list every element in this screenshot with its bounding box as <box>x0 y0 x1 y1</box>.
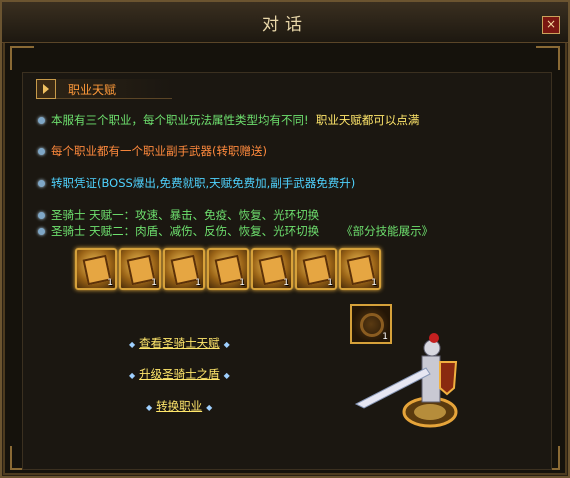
info-text: 转职凭证(BOSS爆出,免费就职,天赋免费加,副手武器免费升) <box>51 176 356 190</box>
paladin-character-image <box>354 333 458 428</box>
info-text: 每个职业都有一个职业副手武器(转职赠送) <box>51 144 267 158</box>
close-icon[interactable]: × <box>542 16 560 34</box>
expand-arrow-icon[interactable] <box>36 79 56 99</box>
view-talent-link[interactable]: 查看圣骑士天赋 <box>129 335 230 351</box>
skill-book-slot[interactable]: 1 <box>207 248 249 290</box>
bullet-icon <box>38 148 45 155</box>
section-title: 职业天赋 <box>68 83 117 97</box>
info-text: 本服有三个职业，每个职业玩法属性类型均有不同! <box>51 113 309 127</box>
skill-book-slot[interactable]: 1 <box>163 248 205 290</box>
info-line-2: 每个职业都有一个职业副手武器(转职赠送) <box>38 143 267 159</box>
item-count: 1 <box>151 278 157 288</box>
skill-book-slot[interactable]: 1 <box>119 248 161 290</box>
skill-book-slot[interactable]: 1 <box>295 248 337 290</box>
info-text: 圣骑士 天赋二：肉盾、减伤、反伤、恢复、光环切换 <box>51 224 320 238</box>
info-line-5: 圣骑士 天赋二：肉盾、减伤、反伤、恢复、光环切换 《部分技能展示》 <box>38 223 433 239</box>
skill-book-slot[interactable]: 1 <box>339 248 381 290</box>
item-count: 1 <box>195 278 201 288</box>
item-count: 1 <box>327 278 333 288</box>
info-line-3: 转职凭证(BOSS爆出,免费就职,天赋免费加,副手武器免费升) <box>38 175 355 191</box>
change-job-link[interactable]: 转换职业 <box>146 398 212 414</box>
bullet-icon <box>38 180 45 187</box>
bullet-icon <box>38 228 45 235</box>
item-count: 1 <box>239 278 245 288</box>
skill-showcase-label: 《部分技能展示》 <box>341 224 434 238</box>
bullet-icon <box>38 212 45 219</box>
upgrade-shield-link[interactable]: 升级圣骑士之盾 <box>129 366 230 382</box>
info-text: 圣骑士 天赋一：攻速、暴击、免疫、恢复、光环切换 <box>51 208 320 222</box>
dialog-window: 对话 × 职业天赋 本服有三个职业，每个职业玩法属性类型均有不同! 职业天赋都可… <box>0 0 570 478</box>
item-count: 1 <box>107 278 113 288</box>
window-title: 对话 <box>262 15 308 35</box>
item-count: 1 <box>283 278 289 288</box>
item-count: 1 <box>371 278 377 288</box>
title-bar: 对话 × <box>2 2 568 43</box>
info-line-1: 本服有三个职业，每个职业玩法属性类型均有不同! 职业天赋都可以点满 <box>38 112 419 128</box>
bullet-icon <box>38 117 45 124</box>
corner-ornament <box>10 46 34 70</box>
corner-ornament <box>536 46 560 70</box>
skill-book-slot[interactable]: 1 <box>251 248 293 290</box>
info-text-highlight: 职业天赋都可以点满 <box>315 113 420 127</box>
skill-book-slot[interactable]: 1 <box>75 248 117 290</box>
info-line-4: 圣骑士 天赋一：攻速、暴击、免疫、恢复、光环切换 <box>38 207 319 223</box>
section-header: 职业天赋 <box>36 79 172 99</box>
